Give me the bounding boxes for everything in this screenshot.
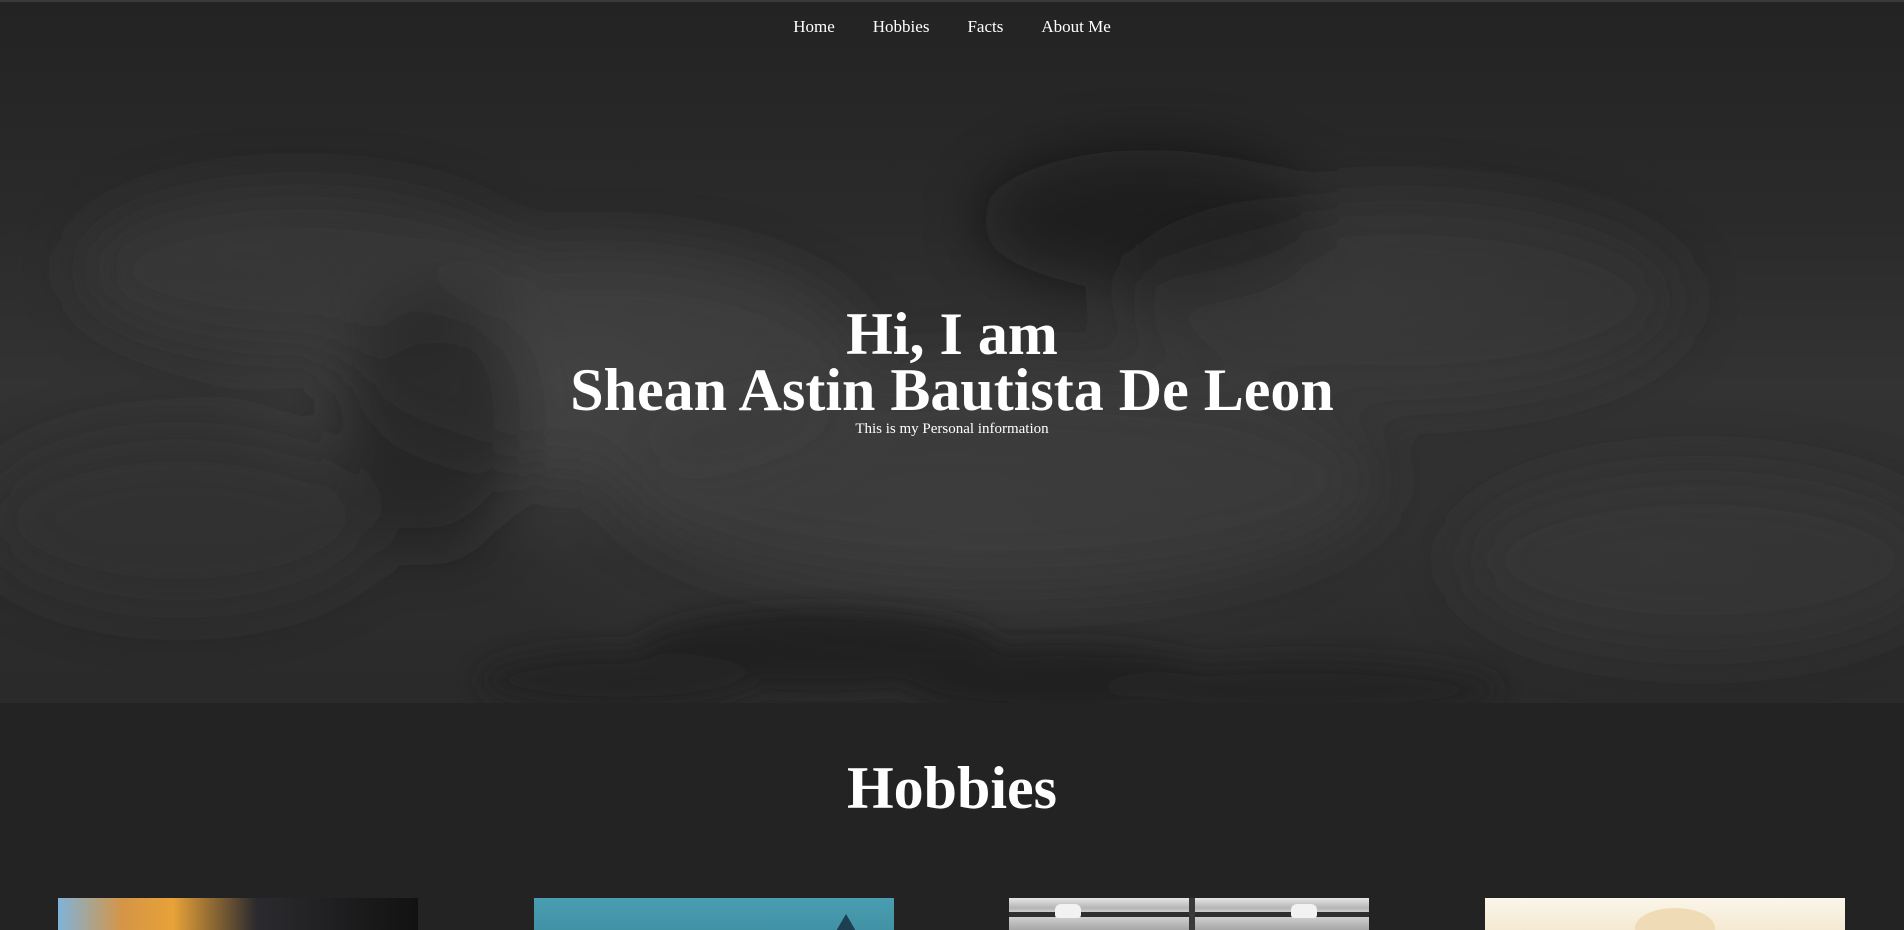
hobbies-heading: Hobbies — [846, 755, 1058, 821]
hero-text: Hi, I am Shean Astin Bautista De Leon Th… — [0, 301, 1904, 438]
hero-subtitle: This is my Personal information — [855, 421, 1049, 437]
hobby-card-image[interactable] — [1485, 898, 1845, 930]
nav-link-home[interactable]: Home — [774, 14, 854, 40]
hand-shape — [1291, 904, 1317, 918]
hand-shape — [1055, 904, 1081, 918]
hobby-card-image[interactable] — [534, 898, 894, 930]
hobbies-section: Hobbies — [0, 703, 1904, 930]
hobby-cards — [0, 898, 1904, 930]
hero-section: Home Hobbies Facts About Me Hi, I am She… — [0, 0, 1904, 703]
main-nav: Home Hobbies Facts About Me — [0, 14, 1904, 40]
glow-shape — [1635, 908, 1715, 930]
nav-link-hobbies[interactable]: Hobbies — [854, 14, 949, 40]
hobby-card-image[interactable] — [58, 898, 418, 930]
page: Home Hobbies Facts About Me Hi, I am She… — [0, 0, 1904, 930]
hero-greeting: Hi, I am — [846, 301, 1058, 367]
top-divider — [0, 0, 1904, 2]
nav-link-facts[interactable]: Facts — [948, 14, 1022, 40]
hero-name: Shean Astin Bautista De Leon — [570, 357, 1334, 423]
nav-link-about-me[interactable]: About Me — [1022, 14, 1129, 40]
hobby-card-image[interactable] — [1009, 898, 1369, 930]
mountain-shape — [832, 914, 860, 930]
pullup-pole — [1189, 898, 1195, 930]
